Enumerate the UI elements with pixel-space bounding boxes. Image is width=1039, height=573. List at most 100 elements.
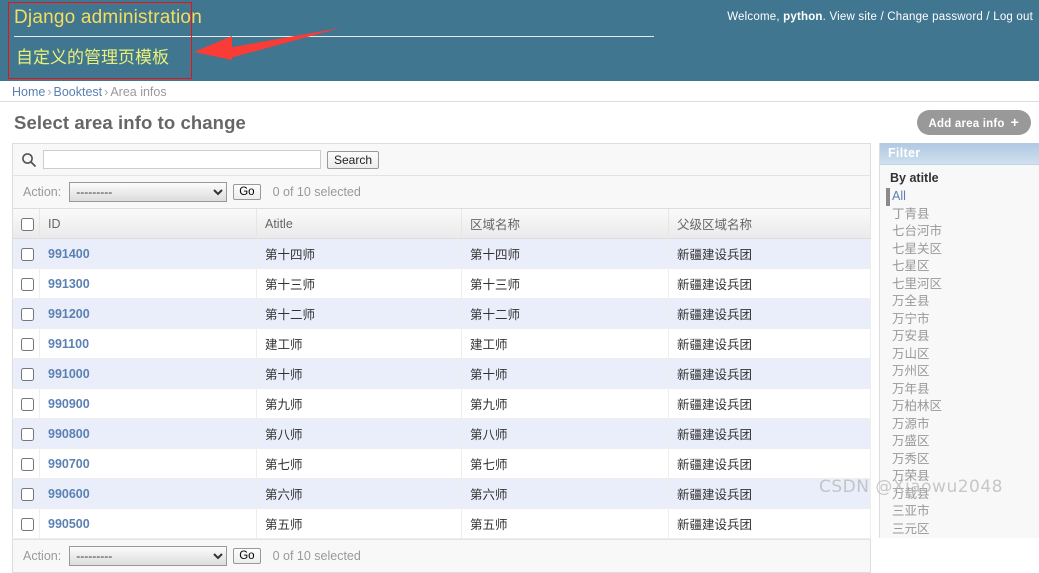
row-select-cell bbox=[13, 299, 40, 329]
site-header: Django administration 自定义的管理页模板 Welcome,… bbox=[0, 0, 1039, 81]
filter-link[interactable]: 万宁市 bbox=[892, 312, 930, 326]
filter-link[interactable]: 万柏林区 bbox=[892, 399, 942, 413]
filter-item: 万源市 bbox=[890, 416, 1039, 434]
cell-parent-area-name: 新疆建设兵团 bbox=[669, 299, 871, 329]
breadcrumb-current: Area infos bbox=[110, 85, 166, 99]
filter-link[interactable]: 三元区 bbox=[892, 522, 930, 536]
welcome-prefix: Welcome, bbox=[727, 11, 780, 23]
cell-area-name: 第六师 bbox=[462, 479, 669, 509]
cell-id: 991200 bbox=[40, 299, 257, 329]
results-table-body: 991400第十四师第十四师新疆建设兵团991300第十三师第十三师新疆建设兵团… bbox=[13, 239, 871, 539]
filter-link[interactable]: 丁青县 bbox=[892, 207, 930, 221]
results-table: ID Atitle 区域名称 父级区域名称 991400第十四师第十四师新疆建设… bbox=[12, 209, 871, 539]
action-select-bottom[interactable]: --------- bbox=[69, 546, 227, 566]
row-id-link[interactable]: 991100 bbox=[48, 337, 89, 351]
row-select-cell bbox=[13, 449, 40, 479]
filter-item: 万秀区 bbox=[890, 451, 1039, 469]
action-go-button-bottom[interactable]: Go bbox=[233, 548, 260, 564]
filter-link[interactable]: 万年县 bbox=[892, 382, 930, 396]
filter-link[interactable]: 七台河市 bbox=[892, 224, 942, 238]
page-title: Select area info to change bbox=[0, 102, 1039, 143]
filter-item: 七台河市 bbox=[890, 223, 1039, 241]
row-id-link[interactable]: 991200 bbox=[48, 307, 90, 321]
search-toolbar: Search bbox=[12, 143, 871, 175]
filter-link[interactable]: 万秀区 bbox=[892, 452, 930, 466]
action-select-top[interactable]: --------- bbox=[69, 182, 227, 202]
filter-item: 万宁市 bbox=[890, 311, 1039, 329]
filter-link[interactable]: 万安县 bbox=[892, 329, 930, 343]
select-all-checkbox[interactable] bbox=[21, 218, 34, 231]
filter-item: 万山区 bbox=[890, 346, 1039, 364]
filter-link[interactable]: 七里河区 bbox=[892, 277, 942, 291]
filter-item: 万安县 bbox=[890, 328, 1039, 346]
row-select-checkbox[interactable] bbox=[21, 278, 34, 291]
row-select-checkbox[interactable] bbox=[21, 458, 34, 471]
actions-bar-bottom: Action: --------- Go 0 of 10 selected bbox=[12, 539, 871, 573]
row-select-checkbox[interactable] bbox=[21, 488, 34, 501]
filter-link[interactable]: 万山区 bbox=[892, 347, 930, 361]
row-id-link[interactable]: 991400 bbox=[48, 247, 90, 261]
breadcrumb-app[interactable]: Booktest bbox=[54, 85, 103, 99]
row-id-link[interactable]: 991000 bbox=[48, 367, 90, 381]
select-all-header bbox=[13, 209, 40, 239]
content: Add area info+ Select area info to chang… bbox=[0, 102, 1039, 573]
user-tools-sep-1: / bbox=[880, 11, 883, 23]
log-out-link[interactable]: Log out bbox=[993, 11, 1033, 23]
cell-parent-area-name: 新疆建设兵团 bbox=[669, 389, 871, 419]
row-select-checkbox[interactable] bbox=[21, 338, 34, 351]
cell-id: 991100 bbox=[40, 329, 257, 359]
cell-parent-area-name: 新疆建设兵团 bbox=[669, 479, 871, 509]
view-site-link[interactable]: View site bbox=[829, 11, 877, 23]
column-header-atitle[interactable]: Atitle bbox=[257, 209, 462, 239]
search-input[interactable] bbox=[43, 150, 321, 169]
filter-link[interactable]: 万载县 bbox=[892, 487, 930, 501]
row-id-link[interactable]: 990600 bbox=[48, 487, 90, 501]
cell-area-name: 第十四师 bbox=[462, 239, 669, 269]
filter-link[interactable]: 万荣县 bbox=[892, 469, 930, 483]
row-id-link[interactable]: 990800 bbox=[48, 427, 90, 441]
column-header-parent-area-name[interactable]: 父级区域名称 bbox=[669, 209, 871, 239]
row-select-checkbox[interactable] bbox=[21, 368, 34, 381]
cell-parent-area-name: 新疆建设兵团 bbox=[669, 269, 871, 299]
table-header-row: ID Atitle 区域名称 父级区域名称 bbox=[13, 209, 871, 239]
filter-link[interactable]: 万盛区 bbox=[892, 434, 930, 448]
row-select-cell bbox=[13, 269, 40, 299]
search-button[interactable]: Search bbox=[327, 151, 379, 169]
cell-atitle: 第八师 bbox=[257, 419, 462, 449]
row-id-link[interactable]: 990900 bbox=[48, 397, 90, 411]
filter-link[interactable]: All bbox=[892, 189, 906, 203]
row-id-link[interactable]: 990700 bbox=[48, 457, 90, 471]
breadcrumb-home[interactable]: Home bbox=[12, 85, 45, 99]
action-counter-bottom: 0 of 10 selected bbox=[261, 549, 361, 563]
cell-area-name: 第十二师 bbox=[462, 299, 669, 329]
action-label-bottom: Action: bbox=[23, 549, 69, 563]
column-header-area-name[interactable]: 区域名称 bbox=[462, 209, 669, 239]
add-area-info-button[interactable]: Add area info+ bbox=[917, 110, 1031, 135]
row-select-checkbox[interactable] bbox=[21, 518, 34, 531]
cell-parent-area-name: 新疆建设兵团 bbox=[669, 449, 871, 479]
table-row: 990600第六师第六师新疆建设兵团 bbox=[13, 479, 871, 509]
filter-link[interactable]: 七星关区 bbox=[892, 242, 942, 256]
row-select-checkbox[interactable] bbox=[21, 308, 34, 321]
change-password-link[interactable]: Change password bbox=[887, 11, 983, 23]
row-select-checkbox[interactable] bbox=[21, 428, 34, 441]
cell-area-name: 建工师 bbox=[462, 329, 669, 359]
row-id-link[interactable]: 990500 bbox=[48, 517, 90, 531]
filter-link[interactable]: 三亚市 bbox=[892, 504, 930, 518]
filter-link[interactable]: 万全县 bbox=[892, 294, 930, 308]
filter-link[interactable]: 万州区 bbox=[892, 364, 930, 378]
cell-parent-area-name: 新疆建设兵团 bbox=[669, 419, 871, 449]
cell-id: 991300 bbox=[40, 269, 257, 299]
filter-link[interactable]: 万源市 bbox=[892, 417, 930, 431]
row-id-link[interactable]: 991300 bbox=[48, 277, 90, 291]
welcome-dot: . bbox=[823, 11, 826, 23]
breadcrumb: Home›Booktest›Area infos bbox=[0, 81, 1039, 102]
filter-link[interactable]: 七星区 bbox=[892, 259, 930, 273]
cell-atitle: 第十师 bbox=[257, 359, 462, 389]
filter-list: All 丁青县七台河市七星关区七星区七里河区万全县万宁市万安县万山区万州区万年县万… bbox=[880, 188, 1039, 538]
column-header-id[interactable]: ID bbox=[40, 209, 257, 239]
filter-item: 万全县 bbox=[890, 293, 1039, 311]
row-select-checkbox[interactable] bbox=[21, 398, 34, 411]
row-select-checkbox[interactable] bbox=[21, 248, 34, 261]
action-go-button-top[interactable]: Go bbox=[233, 184, 260, 200]
